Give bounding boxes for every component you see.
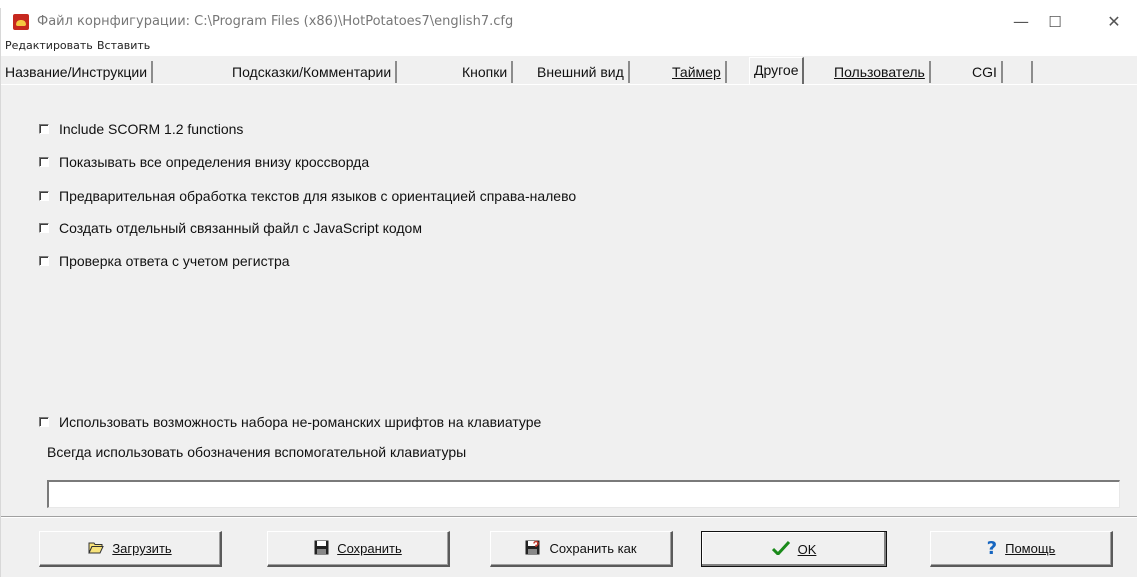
tab-timer-label: Таймер xyxy=(672,64,721,80)
option-case-sensitive[interactable]: Проверка ответа с учетом регистра xyxy=(39,253,290,269)
tab-user[interactable]: Пользователь xyxy=(830,61,931,83)
rtl-checkbox[interactable] xyxy=(39,191,49,201)
option-separate-js-file[interactable]: Создать отдельный связанный файл с JavaS… xyxy=(39,220,422,236)
option-non-roman-keyboard[interactable]: Использовать возможность набора не-роман… xyxy=(39,414,541,430)
option-separate-js-label: Создать отдельный связанный файл с JavaS… xyxy=(59,220,422,236)
help-button-label: Помощь xyxy=(1005,541,1056,556)
tab-user-label: Пользователь xyxy=(834,64,925,80)
tab-buttons[interactable]: Кнопки xyxy=(458,61,514,83)
option-rtl-label: Предварительная обработка текстов для яз… xyxy=(59,188,577,204)
option-case-sensitive-label: Проверка ответа с учетом регистра xyxy=(59,253,290,269)
open-folder-icon xyxy=(88,541,105,557)
window-title: Файл корнфигурации: C:\Program Files (x8… xyxy=(37,14,514,29)
tab-appearance[interactable]: Внешний вид xyxy=(533,61,630,83)
config-window: Файл корнфигурации: C:\Program Files (x8… xyxy=(0,8,1137,577)
floppy-disk-icon xyxy=(314,540,329,558)
save-as-button-label: Сохранить как xyxy=(549,541,637,556)
scorm-checkbox[interactable] xyxy=(39,124,49,134)
keypad-label: Всегда использовать обозначения вспомога… xyxy=(47,444,467,460)
show-clues-checkbox[interactable] xyxy=(39,157,49,167)
save-button-label: Сохранить xyxy=(337,541,402,556)
save-as-button[interactable]: Сохранить как xyxy=(490,531,673,567)
keypad-input[interactable] xyxy=(47,480,1120,508)
option-scorm[interactable]: Include SCORM 1.2 functions xyxy=(39,121,243,137)
close-button[interactable]: ✕ xyxy=(1091,8,1137,36)
option-show-clues-label: Показывать все определения внизу кроссво… xyxy=(59,154,370,170)
tab-other[interactable]: Другое xyxy=(749,57,805,84)
option-show-all-clues[interactable]: Показывать все определения внизу кроссво… xyxy=(39,154,369,170)
checkmark-icon xyxy=(771,540,790,558)
option-scorm-label: Include SCORM 1.2 functions xyxy=(59,121,244,137)
option-non-roman-label: Использовать возможность набора не-роман… xyxy=(59,414,542,430)
save-button[interactable]: Сохранить xyxy=(267,531,450,567)
tab-title-instructions[interactable]: Название/Инструкции xyxy=(1,61,154,83)
menu-bar: Редактировать Вставить xyxy=(1,36,1137,56)
hot-potatoes-app-icon xyxy=(13,14,29,30)
maximize-button[interactable]: ☐ xyxy=(1032,8,1078,36)
tab-hints-comments[interactable]: Подсказки/Комментарии xyxy=(228,61,398,83)
load-button[interactable]: Загрузить xyxy=(39,531,222,567)
menu-insert[interactable]: Вставить xyxy=(97,39,150,52)
separate-js-checkbox[interactable] xyxy=(39,223,49,233)
ok-button[interactable]: OK xyxy=(701,531,887,567)
option-rtl-preprocess[interactable]: Предварительная обработка текстов для яз… xyxy=(39,188,576,204)
case-sensitive-checkbox[interactable] xyxy=(39,256,49,266)
load-button-label: Загрузить xyxy=(112,541,172,556)
non-roman-checkbox[interactable] xyxy=(39,417,49,427)
menu-edit[interactable]: Редактировать xyxy=(5,39,93,52)
help-question-icon: ? xyxy=(986,538,998,559)
ok-button-label: OK xyxy=(797,541,817,557)
save-as-disk-icon xyxy=(525,540,541,558)
tab-timer[interactable]: Таймер xyxy=(668,61,727,83)
tab-cgi[interactable]: CGI xyxy=(968,61,1003,83)
button-separator xyxy=(1,516,1137,518)
tab-strip-end xyxy=(1011,61,1033,83)
tab-strip: Название/Инструкции Подсказки/Комментари… xyxy=(1,57,1137,85)
title-bar: Файл корнфигурации: C:\Program Files (x8… xyxy=(1,8,1137,36)
help-button[interactable]: ? Помощь xyxy=(930,531,1113,567)
